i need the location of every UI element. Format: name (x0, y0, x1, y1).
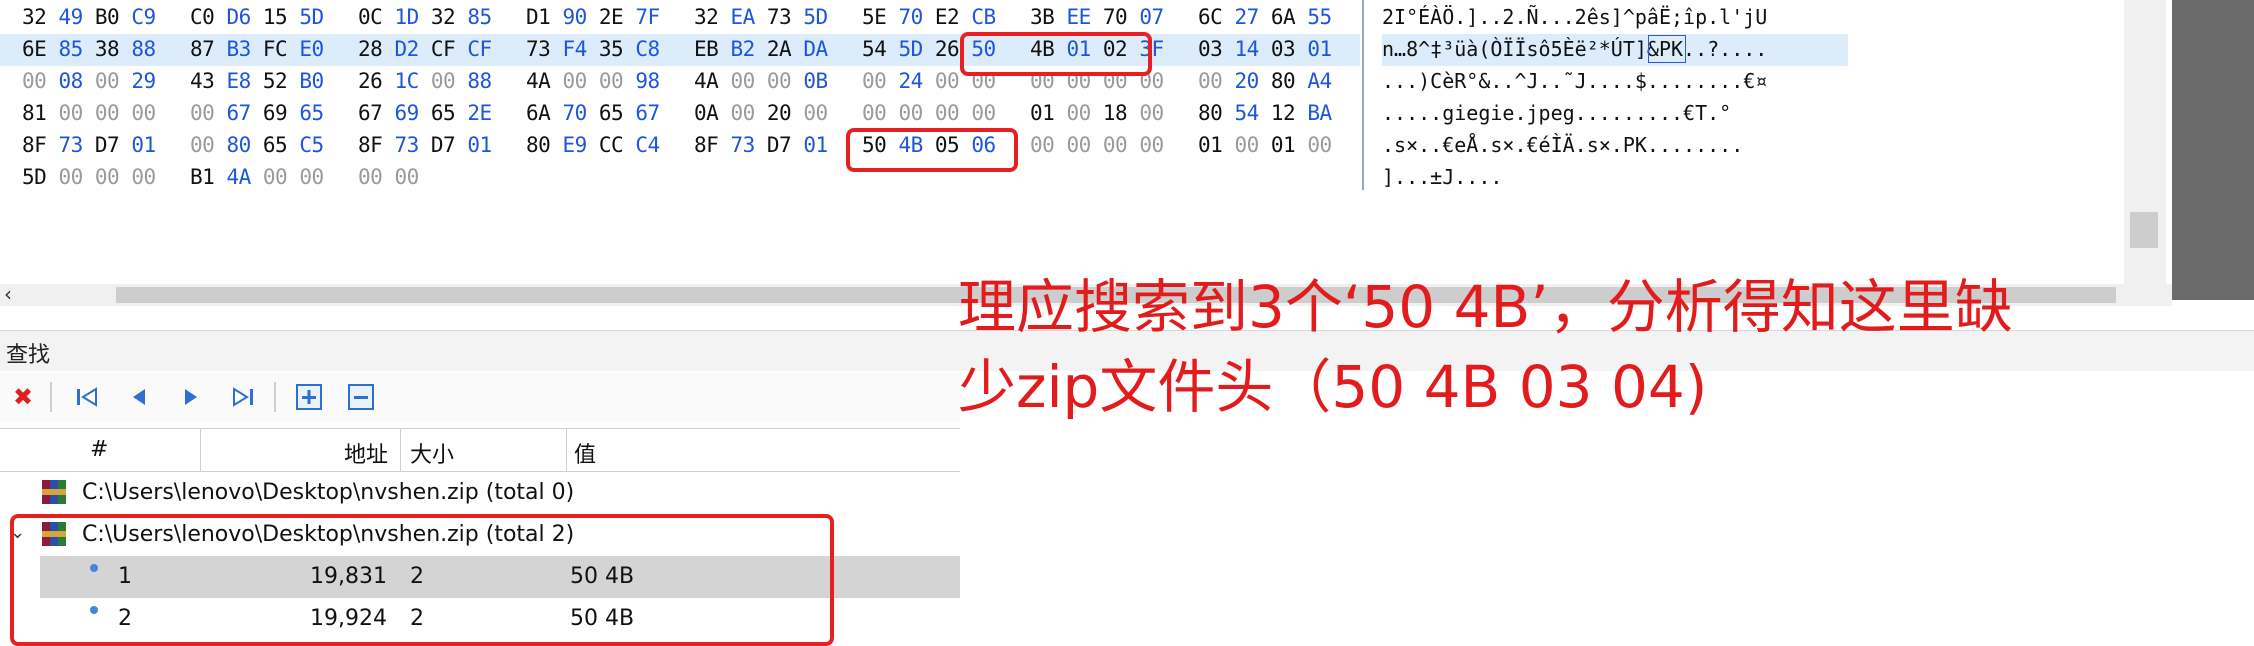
ascii-row[interactable]: .....giegie.jpeg.........€T.° (1382, 98, 1848, 130)
close-icon[interactable]: ✖ (6, 381, 40, 413)
hex-group[interactable]: 5E 70 E2 CB (862, 5, 996, 29)
scroll-left-icon[interactable]: ‹ (4, 282, 12, 306)
hex-row[interactable]: 32 49 B0 C9 C0 D6 15 5D 0C 1D 32 85 D1 9… (0, 2, 1360, 34)
hex-row[interactable]: 81 00 00 00 00 67 69 65 67 69 65 2E 6A 7… (0, 98, 1360, 130)
toolbar-separator (50, 382, 52, 412)
column-index[interactable]: # (0, 429, 201, 471)
hex-group[interactable]: 0A 00 20 00 (694, 101, 828, 125)
expand-icon[interactable] (292, 381, 326, 413)
hex-group[interactable]: 00 67 69 65 (190, 101, 324, 125)
annotation-line-2: 少zip文件头（50 4B 03 04) (958, 353, 1708, 421)
hex-group[interactable]: 6A 70 65 67 (526, 101, 660, 125)
column-address[interactable]: 地址 (200, 429, 401, 471)
results-header: # 地址 大小 值 (0, 428, 960, 472)
ascii-text: n…8^‡³üà(ÒÏÏsô5Èë²*ÚT]&PK..?.... (1382, 37, 1768, 61)
hex-group[interactable]: 00 80 65 C5 (190, 133, 324, 157)
ascii-text: ]...±J.... (1382, 165, 1503, 189)
hex-group[interactable]: B1 4A 00 00 (190, 165, 324, 189)
find-panel-title: 查找 (6, 343, 51, 368)
ascii-text: ...)CèR°&..^J..˜J....$........€¤ (1382, 69, 1768, 93)
hex-group[interactable]: 32 EA 73 5D (694, 5, 828, 29)
hex-group[interactable]: EB B2 2A DA (694, 37, 828, 61)
pk-selection-box (1648, 35, 1686, 63)
hex-group[interactable]: 01 00 01 00 (1198, 133, 1332, 157)
collapse-icon[interactable] (344, 381, 378, 413)
hex-group[interactable]: 00 00 00 00 (862, 101, 996, 125)
hex-group[interactable]: 6C 27 6A 55 (1198, 5, 1332, 29)
first-icon[interactable] (70, 381, 104, 413)
result-group-label: C:\Users\lenovo\Desktop\nvshen.zip (tota… (82, 480, 575, 505)
zip-archive-icon (42, 480, 66, 504)
hex-group[interactable]: 5D 00 00 00 (22, 165, 156, 189)
hex-row[interactable]: 5D 00 00 00 B1 4A 00 00 00 00 (0, 162, 1360, 194)
toolbar-separator (274, 382, 276, 412)
find-toolbar: ✖ (0, 372, 960, 422)
result-group-row[interactable]: C:\Users\lenovo\Desktop\nvshen.zip (tota… (0, 472, 960, 514)
hex-group[interactable]: 8F 73 D7 01 (694, 133, 828, 157)
hex-group[interactable]: 73 F4 35 C8 (526, 37, 660, 61)
last-icon[interactable] (226, 381, 260, 413)
vertical-scrollbar[interactable] (2124, 0, 2166, 300)
hex-group[interactable]: 00 00 00 00 (1030, 133, 1164, 157)
hex-group[interactable]: 4A 00 00 0B (694, 69, 828, 93)
side-panel (2172, 0, 2254, 300)
hex-group[interactable]: 00 20 80 A4 (1198, 69, 1332, 93)
hex-group[interactable]: 00 08 00 29 (22, 69, 156, 93)
column-size[interactable]: 大小 (400, 429, 567, 471)
hex-group[interactable]: 81 00 00 00 (22, 101, 156, 125)
annotation-line-1: 理应搜索到3个‘50 4B’，分析得知这里缺 (958, 273, 2013, 341)
ascii-row-selected[interactable]: n…8^‡³üà(ÒÏÏsô5Èë²*ÚT]&PK..?.... (1382, 34, 1848, 66)
hex-group[interactable]: 0C 1D 32 85 (358, 5, 492, 29)
ascii-row[interactable]: .s×..€eÅ.s×.€éÌÄ.s×.PK........ (1382, 130, 1848, 162)
ascii-text: .....giegie.jpeg.........€T.° (1382, 101, 1732, 125)
hex-group[interactable]: 67 69 65 2E (358, 101, 492, 125)
hex-group[interactable]: 03 14 03 01 (1198, 37, 1332, 61)
hex-row[interactable]: 00 08 00 29 43 E8 52 B0 26 1C 00 88 4A 0… (0, 66, 1360, 98)
hex-group[interactable]: 43 E8 52 B0 (190, 69, 324, 93)
highlight-total-2-results (10, 514, 834, 646)
ascii-row[interactable]: ]...±J.... (1382, 162, 1848, 194)
highlight-50-4b-05-06 (846, 128, 1018, 172)
hex-group[interactable]: 8F 73 D7 01 (358, 133, 492, 157)
hex-group[interactable]: 4A 00 00 98 (526, 69, 660, 93)
hex-group[interactable]: D1 90 2E 7F (526, 5, 660, 29)
hex-group[interactable]: 87 B3 FC E0 (190, 37, 324, 61)
hex-group[interactable]: 32 49 B0 C9 (22, 5, 156, 29)
prev-icon[interactable] (122, 381, 156, 413)
hex-group[interactable]: 80 54 12 BA (1198, 101, 1332, 125)
hex-row-selected[interactable]: 6E 85 38 88 87 B3 FC E0 28 D2 CF CF 73 F… (0, 34, 1360, 66)
hex-group[interactable]: C0 D6 15 5D (190, 5, 324, 29)
next-icon[interactable] (174, 381, 208, 413)
hex-group[interactable]: 3B EE 70 07 (1030, 5, 1164, 29)
scroll-thumb[interactable] (2130, 212, 2158, 248)
hex-group[interactable]: 8F 73 D7 01 (22, 133, 156, 157)
hex-row[interactable]: 8F 73 D7 01 00 80 65 C5 8F 73 D7 01 80 E… (0, 130, 1360, 162)
column-value[interactable]: 值 (566, 429, 960, 471)
ascii-row[interactable]: ...)CèR°&..^J..˜J....$........€¤ (1382, 66, 1848, 98)
ascii-text: .s×..€eÅ.s×.€éÌÄ.s×.PK........ (1382, 133, 1744, 157)
hex-group[interactable]: 26 1C 00 88 (358, 69, 492, 93)
ascii-row[interactable]: 2I°ÉÀÖ.]..2.Ñ...2ês]^pâË;îp.l'jU (1382, 2, 1848, 34)
hex-group[interactable]: 6E 85 38 88 (22, 37, 156, 61)
hex-group[interactable]: 28 D2 CF CF (358, 37, 492, 61)
hex-group[interactable]: 00 00 (358, 165, 419, 189)
hex-group[interactable]: 01 00 18 00 (1030, 101, 1164, 125)
highlight-50-4b-01-02 (960, 32, 1152, 76)
ascii-text: 2I°ÉÀÖ.]..2.Ñ...2ês]^pâË;îp.l'jU (1382, 5, 1768, 29)
hex-group[interactable]: 80 E9 CC C4 (526, 133, 660, 157)
